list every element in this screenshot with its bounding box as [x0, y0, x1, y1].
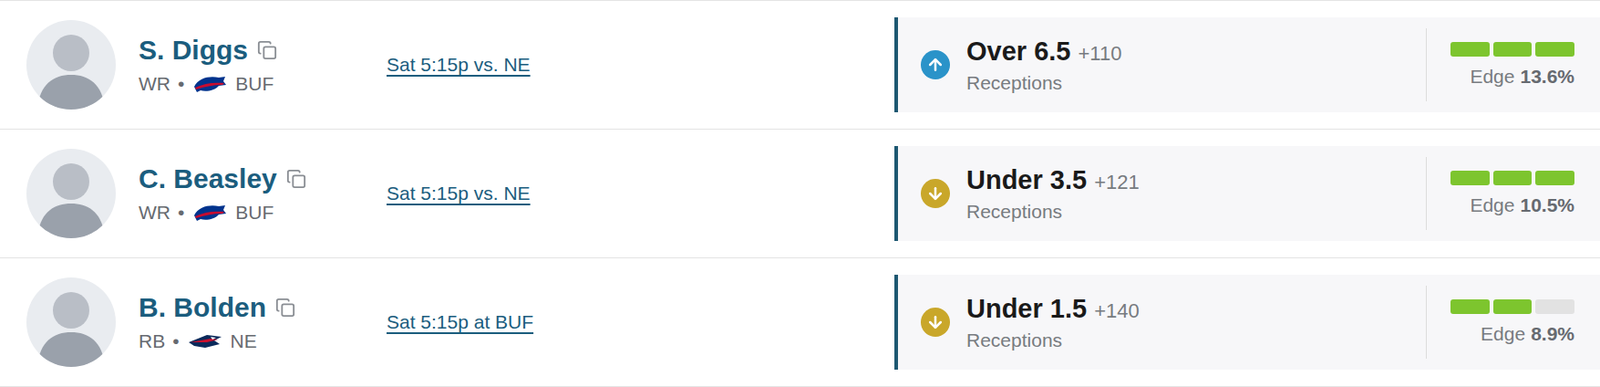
edge-value: 13.6% [1519, 65, 1575, 88]
edge-segment [1535, 41, 1575, 57]
edge-meter [1450, 170, 1575, 186]
pick-card[interactable]: Under 1.5 +140 Receptions Edge8.9% [894, 274, 1600, 370]
player-team: BUF [235, 72, 274, 95]
edge-text: Edge13.6% [1469, 65, 1575, 88]
player-meta: WR • BUF [138, 72, 387, 95]
edge-side: Edge8.9% [1425, 285, 1600, 359]
player-position: WR [138, 72, 171, 95]
edge-meter [1450, 299, 1575, 314]
player-avatar [26, 148, 116, 238]
pick-line: Under 1.5 +140 [966, 293, 1140, 324]
team-logo-icon [191, 73, 228, 94]
game-link[interactable]: Sat 5:15p vs. NE [386, 182, 531, 205]
pick-line: Under 3.5 +121 [966, 165, 1140, 196]
player-meta: RB • NE [138, 330, 387, 352]
pick-text: Under 1.5 +140 Receptions [966, 293, 1140, 351]
edge-label: Edge [1480, 322, 1526, 345]
pick-label: Over 6.5 [966, 36, 1071, 67]
player-photo [26, 277, 116, 367]
name-line: C. Beasley [138, 163, 387, 195]
edge-segment [1493, 41, 1533, 57]
player-photo [26, 20, 116, 110]
pick-card[interactable]: Over 6.5+110 Receptions Edge13.6% [894, 17, 1600, 113]
pick-stat: Receptions [966, 200, 1140, 223]
edge-segment [1450, 41, 1490, 57]
copy-icon[interactable] [257, 40, 278, 61]
game-link[interactable]: Sat 5:15p at BUF [386, 310, 534, 333]
pick-text: Over 6.5+110 Receptions [966, 36, 1122, 94]
arrow-down-icon [920, 307, 950, 337]
team-logo-icon [186, 330, 224, 351]
edge-value: 8.9% [1530, 322, 1575, 345]
player-position: WR [138, 201, 171, 224]
edge-text: Edge8.9% [1480, 322, 1575, 345]
player-name[interactable]: S. Diggs [138, 34, 248, 66]
name-line: S. Diggs [138, 34, 387, 66]
edge-side: Edge13.6% [1425, 28, 1600, 102]
prop-row: B. Bolden RB • NE Sat 5:15p at BUF Under 1.5 +… [0, 258, 1600, 387]
edge-segment [1493, 299, 1533, 314]
pick-odds: +140 [1094, 299, 1140, 323]
edge-segment [1450, 299, 1490, 314]
player-name[interactable]: C. Beasley [138, 163, 278, 195]
edge-label: Edge [1469, 65, 1515, 88]
edge-meter [1450, 41, 1575, 57]
prop-row: S. Diggs WR • BUF Sat 5:15p vs. NE Over 6.5+1… [0, 0, 1600, 130]
props-list: S. DiggsWR•BUFSat 5:15p vs. NEOver 6.5+1… [0, 0, 1600, 387]
pick-side: Over 6.5+110 Receptions [898, 17, 1426, 113]
pick-stat: Receptions [966, 72, 1122, 94]
bullet: • [177, 201, 185, 224]
edge-segment [1450, 170, 1490, 186]
bullet: • [177, 72, 185, 95]
edge-value: 10.5% [1519, 194, 1575, 217]
arrow-up-icon [920, 50, 950, 80]
edge-segment [1535, 299, 1575, 314]
player-name[interactable]: B. Bolden [138, 291, 267, 323]
player-meta: WR • BUF [138, 201, 387, 224]
copy-icon[interactable] [286, 168, 307, 189]
edge-segment [1493, 170, 1533, 186]
pick-line: Over 6.5+110 [966, 36, 1122, 67]
player-info: B. Bolden RB • NE [138, 291, 387, 352]
player-avatar [26, 20, 116, 110]
edge-label: Edge [1469, 194, 1515, 217]
edge-segment [1535, 170, 1575, 186]
pick-side: Under 3.5 +121 Receptions [898, 145, 1426, 241]
pick-odds: +121 [1094, 170, 1140, 195]
player-avatar [26, 277, 116, 367]
player-info: C. Beasley WR • BUF [138, 163, 387, 224]
edge-side: Edge10.5% [1425, 156, 1600, 230]
team-logo-icon [191, 202, 228, 223]
arrow-down-icon [920, 178, 950, 208]
player-photo [26, 148, 116, 238]
player-team: BUF [235, 201, 274, 224]
pick-card[interactable]: Under 3.5 +121 Receptions Edge10.5% [894, 145, 1600, 241]
pick-side: Under 1.5 +140 Receptions [898, 274, 1426, 370]
player-info: S. Diggs WR • BUF [138, 34, 387, 95]
pick-label: Under 3.5 [966, 165, 1087, 196]
pick-stat: Receptions [966, 329, 1140, 351]
pick-text: Under 3.5 +121 Receptions [966, 165, 1140, 223]
player-team: NE [230, 330, 258, 352]
edge-text: Edge10.5% [1469, 194, 1575, 217]
bullet: • [172, 330, 179, 352]
game-link[interactable]: Sat 5:15p vs. NE [386, 53, 531, 76]
copy-icon[interactable] [275, 297, 296, 318]
name-line: B. Bolden [138, 291, 387, 323]
player-position: RB [138, 330, 166, 352]
pick-odds: +110 [1077, 41, 1122, 66]
pick-label: Under 1.5 [966, 293, 1087, 324]
prop-row: C. Beasley WR • BUF Sat 5:15p vs. NE Under 3.… [0, 129, 1600, 259]
